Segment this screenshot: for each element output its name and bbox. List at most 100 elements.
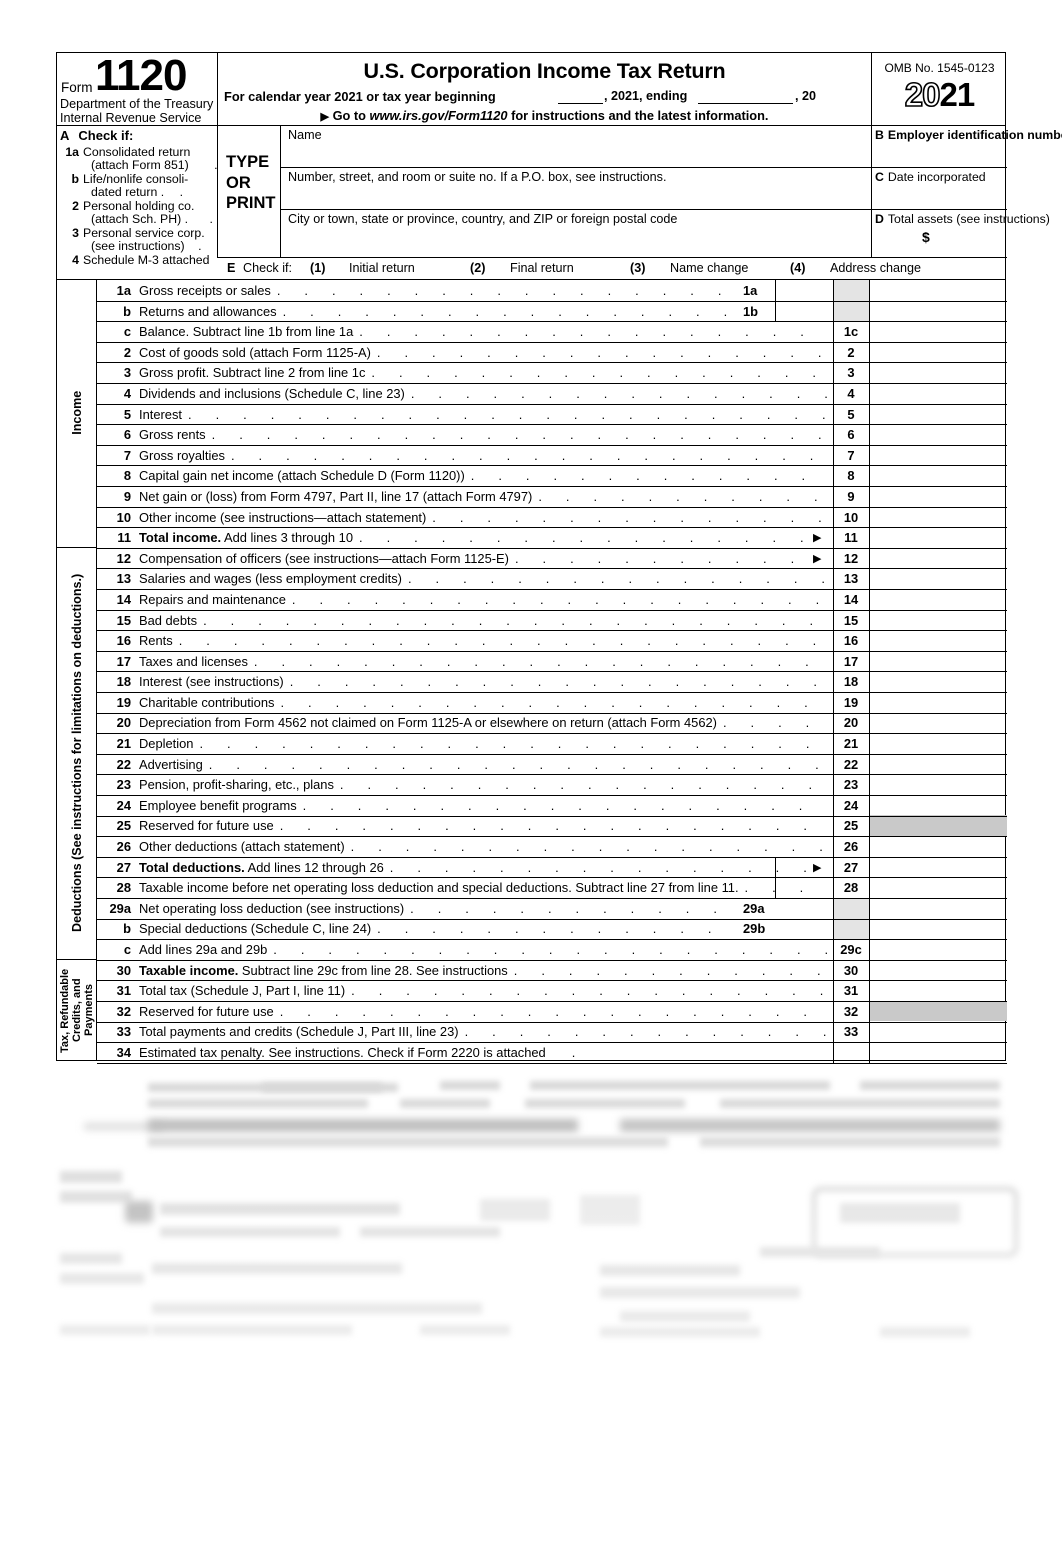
section-a-item-1a-line2: (attach Form 851) [91, 158, 189, 173]
line-description-bold: Total income. [139, 530, 222, 546]
amount-input-cell[interactable] [869, 939, 1007, 960]
line-number: 30 [116, 962, 131, 978]
street-field[interactable]: Number, street, and room or suite no. If… [281, 168, 871, 210]
amount-input-cell[interactable] [869, 507, 1007, 528]
line-number: 10 [116, 509, 131, 525]
omb-number: OMB No. 1545-0123 [884, 61, 995, 75]
line-number: c [123, 324, 131, 340]
group-label-column: Income Deductions (See instructions for … [57, 279, 97, 1060]
name-field[interactable]: Name [281, 126, 871, 168]
amount-input-cell-secondary[interactable] [775, 918, 833, 939]
date-incorporated-field[interactable]: C Date incorporated [872, 168, 1007, 210]
amount-input-cell[interactable] [869, 589, 1007, 610]
line-number: 4 [123, 385, 131, 401]
amount-input-cell[interactable] [869, 280, 1007, 301]
row-divider [97, 733, 1007, 735]
amount-input-cell[interactable] [869, 568, 1007, 589]
section-e-option-2-label[interactable]: Final return [510, 261, 574, 275]
amount-input-cell[interactable] [869, 733, 1007, 754]
amount-input-cell[interactable] [869, 1021, 1007, 1042]
calendar-year-mid-label: , 2021, ending [604, 89, 688, 103]
line-number-strip: 9 [847, 488, 855, 504]
amount-input-cell[interactable] [869, 445, 1007, 466]
amount-input-cell[interactable] [869, 362, 1007, 383]
form-line-row: 9 Net gain or (loss) from Form 4797, Part… [57, 486, 1005, 507]
amount-input-cell[interactable] [869, 774, 1007, 795]
amount-input-cell[interactable] [869, 898, 1007, 919]
amount-input-cell[interactable] [869, 527, 1007, 548]
section-e-option-3-label[interactable]: Name change [670, 261, 748, 275]
row-divider [97, 856, 1007, 858]
section-a-heading: A Check if: [60, 128, 133, 143]
line-subnumber: 29b [743, 921, 766, 937]
ein-field[interactable]: B Employer identification number [872, 126, 1062, 168]
line-description: Balance. Subtract line 1b from line 1a [139, 324, 354, 340]
form-line-row: 13 Salaries and wages (less employment cr… [57, 568, 1005, 589]
amount-input-cell[interactable] [869, 651, 1007, 672]
line-number: 24 [116, 797, 131, 813]
line-number: 3 [123, 365, 131, 381]
line-description: Rents [139, 633, 173, 649]
amount-input-cell[interactable] [869, 342, 1007, 363]
amount-input-cell[interactable] [869, 692, 1007, 713]
section-e-left-spacer [57, 257, 217, 279]
amount-input-cell[interactable] [869, 918, 1007, 939]
line-subnumber: 29a [743, 900, 765, 916]
amount-input-cell[interactable] [869, 836, 1007, 857]
amount-input-cell-secondary[interactable] [775, 898, 833, 919]
form-line-row: 28 Taxable income before net operating lo… [57, 877, 1005, 898]
section-a-item-2-line1: Personal holding co. [83, 199, 195, 213]
amount-input-cell[interactable] [869, 465, 1007, 486]
goto-arrow-icon: ▶ [320, 111, 330, 123]
section-e-option-2-num: (2) [470, 261, 486, 275]
leader-dots: . . . . . . . . . . . . . . . . . . . . … [203, 612, 827, 627]
amount-input-cell[interactable] [869, 301, 1007, 322]
line-number: 29a [109, 900, 131, 916]
amount-input-cell[interactable] [869, 630, 1007, 651]
reserved-shaded-cell [869, 1000, 1007, 1022]
total-assets-field[interactable]: D Total assets (see instructions) $ [872, 210, 1050, 258]
amount-input-cell[interactable] [869, 671, 1007, 692]
row-divider [97, 836, 1007, 838]
section-a-letter: A [60, 128, 70, 143]
street-field-label: Number, street, and room or suite no. If… [288, 170, 667, 184]
form-line-row: 31 Total tax (Schedule J, Part I, line 11… [57, 980, 1005, 1001]
amount-input-cell[interactable] [869, 857, 1007, 878]
amount-input-cell[interactable] [869, 548, 1007, 569]
line-description: Total payments and credits (Schedule J, … [139, 1024, 459, 1040]
amount-input-cell[interactable] [869, 424, 1007, 445]
city-field[interactable]: City or town, state or province, country… [281, 210, 871, 258]
amount-input-cell[interactable] [869, 754, 1007, 775]
form-identity-block: Form 1120 Department of the Treasury Int… [57, 53, 217, 125]
type-or-print-label: TYPE OR PRINT [226, 152, 276, 214]
section-e-option-1-label[interactable]: Initial return [349, 261, 415, 275]
amount-input-cell[interactable] [869, 610, 1007, 631]
form-word-label: Form [61, 80, 93, 95]
line-number: 19 [116, 694, 131, 710]
amount-input-cell[interactable] [869, 321, 1007, 342]
leader-dots: . . . . . . . . . . . . . . . . . . . . … [273, 942, 827, 956]
line-description: Taxable income before net operating loss… [139, 880, 739, 896]
amount-input-cell[interactable] [869, 383, 1007, 404]
goto-url-link[interactable]: www.irs.gov/Form1120 [370, 108, 508, 123]
amount-input-cell[interactable] [869, 795, 1007, 816]
amount-input-cell[interactable] [869, 960, 1007, 981]
line-number-strip: 13 [843, 571, 859, 587]
amount-input-cell[interactable] [869, 1042, 1007, 1063]
form-line-row: 20 Depreciation from Form 4562 not claime… [57, 712, 1005, 733]
amount-input-cell[interactable] [869, 404, 1007, 425]
amount-input-cell[interactable] [869, 486, 1007, 507]
leader-dots: . . . . . . . . . . . . . . . . . . . . … [253, 653, 827, 668]
faded-lower-form-region [0, 1075, 1062, 1556]
leader-dots: . . . . . . . . . . . . . . . . . . . . … [464, 1024, 827, 1039]
amount-input-cell-secondary[interactable] [775, 280, 833, 301]
amount-input-cell[interactable] [869, 877, 1007, 898]
section-a-item-1a-line1: Consolidated return [83, 145, 191, 159]
amount-input-cell[interactable] [869, 712, 1007, 733]
amount-input-cell-secondary[interactable] [775, 301, 833, 322]
section-a-item-b-line1: Life/nonlife consoli- [83, 172, 189, 186]
section-e-option-4-label[interactable]: Address change [830, 261, 921, 275]
amount-input-cell[interactable] [869, 980, 1007, 1001]
line-number: 18 [116, 674, 131, 690]
line-number-strip: 28 [843, 880, 859, 896]
